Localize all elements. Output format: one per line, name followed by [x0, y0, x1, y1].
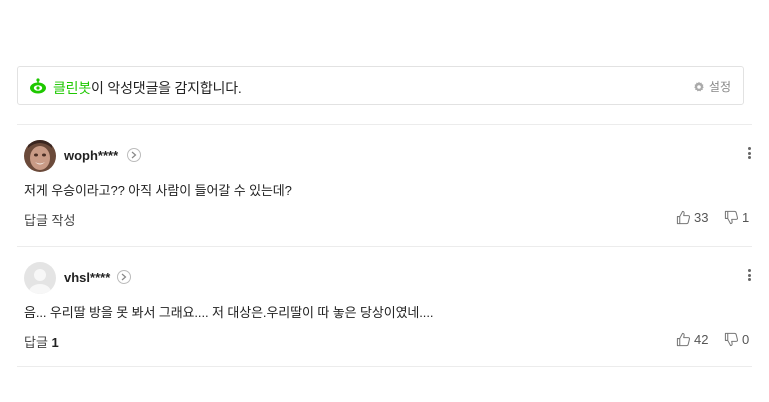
- thumbs-up-icon: [676, 210, 691, 225]
- reply-button[interactable]: 답글 1: [24, 332, 59, 351]
- dislike-count: 1: [742, 210, 750, 225]
- more-options-icon[interactable]: [746, 145, 752, 161]
- reply-button[interactable]: 답글 작성: [24, 210, 75, 229]
- thumbs-down-icon: [724, 210, 739, 225]
- divider: [17, 366, 752, 367]
- like-button[interactable]: 33: [676, 210, 708, 225]
- comment-text: 음... 우리딸 방을 못 봐서 그래요.... 저 대상은.우리딸이 따 놓은…: [24, 305, 434, 320]
- settings-label: 설정: [708, 80, 731, 94]
- cleanbot-notice: 클린봇이 악성댓글을 감지합니다. 설정: [17, 66, 744, 105]
- reply-label: 답글: [24, 335, 48, 350]
- settings-button[interactable]: 설정: [693, 78, 731, 95]
- comment-text: 저게 우승이라고?? 아직 사람이 들어갈 수 있는데?: [24, 183, 292, 198]
- comment-item: woph**** 저게 우승이라고?? 아직 사람이 들어갈 수 있는데? 답글…: [24, 140, 752, 240]
- cleanbot-message-text: 이 악성댓글을 감지합니다.: [91, 80, 242, 96]
- default-avatar-icon: [24, 262, 56, 294]
- reply-label: 답글 작성: [24, 213, 76, 228]
- like-count: 42: [694, 332, 709, 347]
- avatar[interactable]: [24, 262, 56, 294]
- profile-photo-icon: [24, 140, 56, 172]
- reply-count: 1: [51, 335, 59, 350]
- comment-nickname[interactable]: woph****: [64, 148, 118, 163]
- cleanbot-message: 클린봇이 악성댓글을 감지합니다.: [53, 78, 242, 98]
- comment-item: vhsl**** 음... 우리딸 방을 못 봐서 그래요.... 저 대상은.…: [24, 262, 752, 362]
- divider: [17, 124, 752, 125]
- divider: [17, 246, 752, 247]
- comment-nickname[interactable]: vhsl****: [64, 270, 110, 285]
- gear-icon: [694, 81, 704, 91]
- dislike-button[interactable]: 0: [724, 332, 749, 347]
- cleanbot-icon: [30, 78, 46, 94]
- more-options-icon[interactable]: [746, 267, 752, 283]
- cleanbot-name-link[interactable]: 클린봇: [53, 80, 91, 96]
- avatar[interactable]: [24, 140, 56, 172]
- dislike-count: 0: [742, 332, 750, 347]
- dislike-button[interactable]: 1: [724, 210, 749, 225]
- like-count: 33: [694, 210, 709, 225]
- thumbs-down-icon: [724, 332, 739, 347]
- like-button[interactable]: 42: [676, 332, 708, 347]
- profile-arrow-icon[interactable]: [127, 148, 141, 162]
- thumbs-up-icon: [676, 332, 691, 347]
- profile-arrow-icon[interactable]: [117, 270, 131, 284]
